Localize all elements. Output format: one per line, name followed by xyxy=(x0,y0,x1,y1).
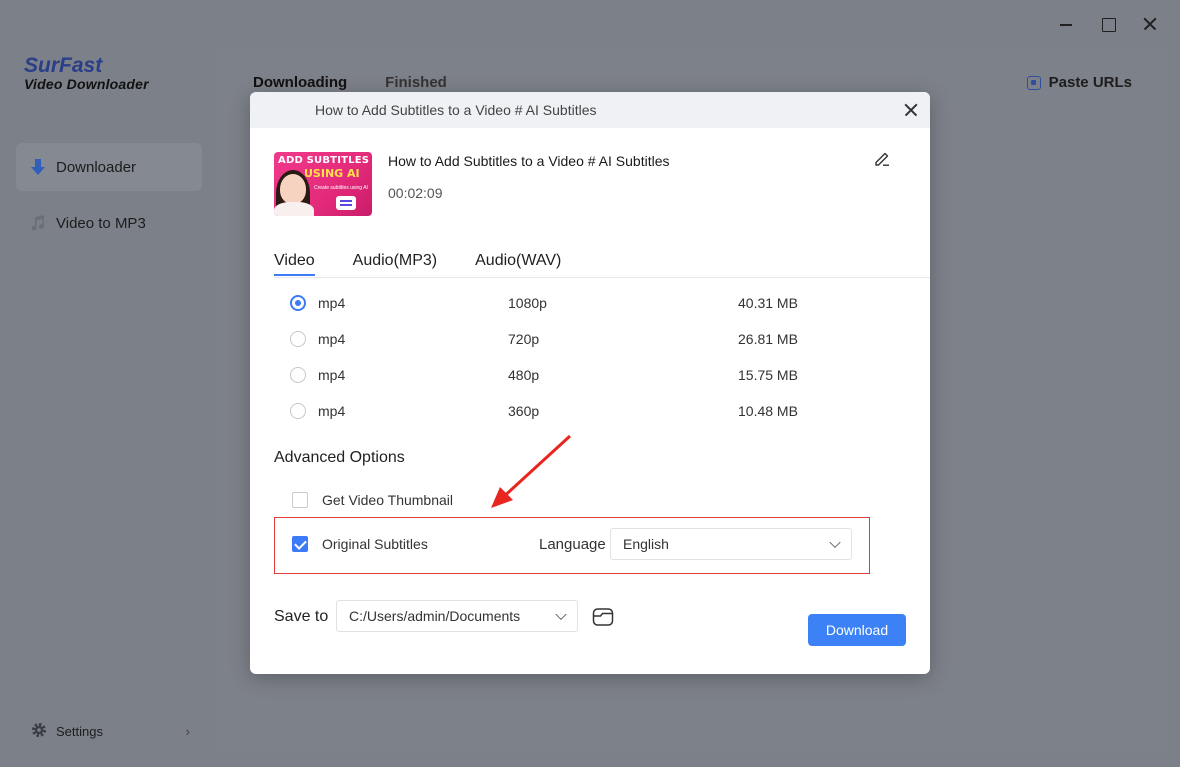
format-option-row[interactable]: mp4 360p 10.48 MB xyxy=(290,399,850,423)
format-option-row[interactable]: mp4 720p 26.81 MB xyxy=(290,327,850,351)
sidebar-item-video-to-mp3[interactable]: Video to MP3 xyxy=(16,199,202,247)
option-format: mp4 xyxy=(318,403,346,419)
thumbnail-text: ADD SUBTITLES xyxy=(278,155,370,166)
dialog-header: How to Add Subtitles to a Video # AI Sub… xyxy=(250,92,930,128)
download-button[interactable]: Download xyxy=(808,614,906,646)
chevron-down-icon xyxy=(555,608,567,621)
format-option-row[interactable]: mp4 480p 15.75 MB xyxy=(290,363,850,387)
option-resolution: 480p xyxy=(508,367,540,383)
tab-audio-mp3[interactable]: Audio(MP3) xyxy=(353,252,437,276)
sidebar-item-label: Downloader xyxy=(56,158,137,176)
sidebar-item-downloader[interactable]: Downloader xyxy=(16,143,202,191)
download-arrow-icon xyxy=(28,157,48,177)
option-format: mp4 xyxy=(318,331,346,347)
thumbnail-option-label: Get Video Thumbnail xyxy=(322,492,454,508)
tab-video[interactable]: Video xyxy=(274,252,315,276)
option-format: mp4 xyxy=(318,367,346,383)
subtitles-option[interactable]: Original Subtitles xyxy=(292,536,428,552)
paste-urls-button[interactable]: Paste URLs xyxy=(1026,74,1132,91)
save-path-select[interactable]: C:/Users/admin/Documents xyxy=(336,600,578,632)
thumbnail-checkbox[interactable] xyxy=(292,492,308,508)
close-window-icon[interactable] xyxy=(1140,14,1160,34)
sidebar-item-label: Video to MP3 xyxy=(56,214,146,232)
chevron-down-icon xyxy=(829,536,841,549)
thumbnail-option[interactable]: Get Video Thumbnail xyxy=(292,492,453,508)
tab-finished[interactable]: Finished xyxy=(385,74,447,91)
option-size: 26.81 MB xyxy=(738,331,798,347)
subtitle-card-icon xyxy=(336,196,356,210)
app-logo: SurFast Video Downloader xyxy=(24,54,149,93)
sidebar: SurFast Video Downloader Downloader Vide… xyxy=(0,0,215,767)
music-note-icon xyxy=(28,213,48,233)
settings-item[interactable]: Settings › xyxy=(30,720,190,742)
option-size: 15.75 MB xyxy=(738,367,798,383)
option-resolution: 360p xyxy=(508,403,540,419)
save-path-value: C:/Users/admin/Documents xyxy=(349,608,521,624)
radio-button[interactable] xyxy=(290,331,306,347)
paste-icon xyxy=(1026,75,1041,90)
video-title: How to Add Subtitles to a Video # AI Sub… xyxy=(388,153,670,169)
tabs-divider xyxy=(274,277,930,278)
download-tabs: Downloading Finished xyxy=(253,74,447,91)
subtitles-option-label: Original Subtitles xyxy=(322,536,428,552)
format-tabs: Video Audio(MP3) Audio(WAV) xyxy=(274,252,561,276)
option-resolution: 1080p xyxy=(508,295,547,311)
option-size: 40.31 MB xyxy=(738,295,798,311)
chevron-right-icon: › xyxy=(185,723,190,739)
radio-button[interactable] xyxy=(290,403,306,419)
video-duration: 00:02:09 xyxy=(388,185,443,201)
save-to-label: Save to xyxy=(274,608,329,625)
language-label: Language xyxy=(539,536,606,553)
gear-icon xyxy=(30,721,48,742)
window-controls xyxy=(1056,14,1160,34)
close-icon[interactable] xyxy=(902,101,920,119)
option-format: mp4 xyxy=(318,295,346,311)
video-thumbnail: ADD SUBTITLES USING AI Create subtitles … xyxy=(274,152,372,216)
tab-downloading[interactable]: Downloading xyxy=(253,74,347,91)
thumbnail-text: USING AI xyxy=(304,167,360,180)
thumbnail-text: Create subtitles using AI xyxy=(314,185,368,191)
edit-icon[interactable] xyxy=(872,148,892,168)
format-option-row[interactable]: mp4 1080p 40.31 MB xyxy=(290,291,850,315)
maximize-icon[interactable] xyxy=(1098,14,1118,34)
minimize-icon[interactable] xyxy=(1056,14,1076,34)
language-select[interactable]: English xyxy=(610,528,852,560)
advanced-options-title: Advanced Options xyxy=(274,449,405,466)
subtitles-checkbox[interactable] xyxy=(292,536,308,552)
tab-audio-wav[interactable]: Audio(WAV) xyxy=(475,252,561,276)
radio-button[interactable] xyxy=(290,367,306,383)
folder-icon[interactable] xyxy=(592,607,614,627)
settings-label: Settings xyxy=(56,723,103,739)
language-value: English xyxy=(623,536,669,552)
logo-subtitle: Video Downloader xyxy=(24,76,149,92)
logo-title: SurFast xyxy=(24,54,103,77)
download-options-dialog: How to Add Subtitles to a Video # AI Sub… xyxy=(250,92,930,674)
radio-button[interactable] xyxy=(290,295,306,311)
option-size: 10.48 MB xyxy=(738,403,798,419)
paste-urls-label: Paste URLs xyxy=(1048,74,1132,91)
option-resolution: 720p xyxy=(508,331,540,347)
dialog-title: How to Add Subtitles to a Video # AI Sub… xyxy=(315,102,597,118)
